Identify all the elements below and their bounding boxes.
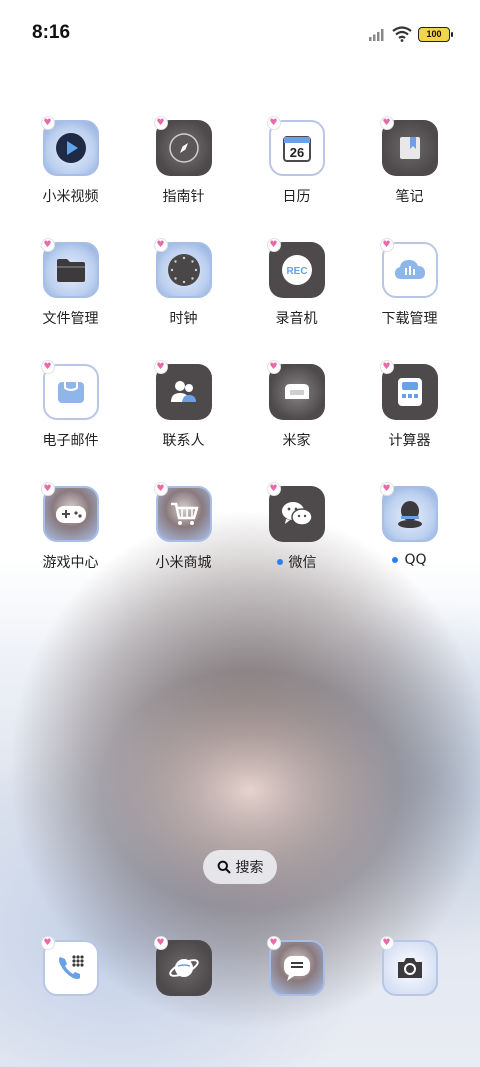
app-label-text: 微信 xyxy=(288,555,317,571)
app-game-center[interactable]: ♥ 游戏中心 xyxy=(14,482,127,604)
app-label: 联系人 xyxy=(162,433,205,449)
search-button[interactable]: 搜索 xyxy=(203,850,277,884)
heart-badge-icon: ♥ xyxy=(266,936,281,950)
app-label: 时钟 xyxy=(169,311,198,327)
app-compass[interactable]: ♥ 指南针 xyxy=(127,116,240,238)
heart-badge-icon: ♥ xyxy=(153,360,168,374)
app-file-manager[interactable]: ♥ 文件管理 xyxy=(14,238,127,360)
app-grid: ♥ 小米视频 ♥ 指南针 ♥ 26 日历 ♥ 笔记 ♥ 文件管理 ♥ 时钟 ♥ … xyxy=(14,116,466,604)
app-mi-store[interactable]: ♥ 小米商城 xyxy=(127,482,240,604)
app-label: 微信 xyxy=(276,552,317,572)
dock-messages[interactable]: ♥ xyxy=(240,936,353,1006)
heart-badge-icon: ♥ xyxy=(40,482,55,496)
app-label: 下载管理 xyxy=(381,311,438,327)
app-mijia[interactable]: ♥ 米家 xyxy=(240,360,353,482)
heart-badge-icon: ♥ xyxy=(153,116,168,130)
status-time: 8:16 xyxy=(32,22,71,43)
heart-badge-icon: ♥ xyxy=(266,238,281,252)
app-label: 指南针 xyxy=(162,189,205,205)
battery-indicator: 100 xyxy=(418,26,453,42)
app-label: 日历 xyxy=(282,189,311,205)
svg-text:26: 26 xyxy=(289,145,303,160)
heart-badge-icon: ♥ xyxy=(379,936,394,950)
heart-badge-icon: ♥ xyxy=(266,360,281,374)
app-label: 米家 xyxy=(282,433,311,449)
app-label-text: QQ xyxy=(404,552,427,568)
new-install-dot xyxy=(276,559,283,565)
heart-badge-icon: ♥ xyxy=(40,116,55,130)
app-wechat[interactable]: ♥ 微信 xyxy=(240,482,353,604)
app-label: QQ xyxy=(392,552,427,568)
heart-badge-icon: ♥ xyxy=(153,238,168,252)
app-mi-video[interactable]: ♥ 小米视频 xyxy=(14,116,127,238)
dock-browser[interactable]: ♥ xyxy=(127,936,240,1006)
heart-badge-icon: ♥ xyxy=(266,116,281,130)
dock: ♥ ♥ ♥ ♥ xyxy=(14,936,466,1006)
status-bar: 8:16 100 xyxy=(0,0,480,68)
dock-camera[interactable]: ♥ xyxy=(353,936,466,1006)
app-label: 文件管理 xyxy=(42,311,99,327)
heart-badge-icon: ♥ xyxy=(379,360,394,374)
app-clock[interactable]: ♥ 时钟 xyxy=(127,238,240,360)
app-qq[interactable]: ♥ QQ xyxy=(353,482,466,604)
app-notes[interactable]: ♥ 笔记 xyxy=(353,116,466,238)
app-label: 游戏中心 xyxy=(42,555,99,571)
app-label: 小米商城 xyxy=(155,555,212,571)
heart-badge-icon: ♥ xyxy=(379,238,394,252)
heart-badge-icon: ♥ xyxy=(40,238,55,252)
search-label: 搜索 xyxy=(235,860,264,876)
heart-badge-icon: ♥ xyxy=(379,116,394,130)
app-calculator[interactable]: ♥ 计算器 xyxy=(353,360,466,482)
app-contacts[interactable]: ♥ 联系人 xyxy=(127,360,240,482)
app-label: 计算器 xyxy=(388,433,431,449)
app-label: 电子邮件 xyxy=(42,433,99,449)
heart-badge-icon: ♥ xyxy=(379,482,394,496)
heart-badge-icon: ♥ xyxy=(40,936,55,950)
app-label: 笔记 xyxy=(395,189,424,205)
rec-text: REC xyxy=(286,266,307,277)
new-install-dot xyxy=(392,557,399,563)
heart-badge-icon: ♥ xyxy=(266,482,281,496)
heart-badge-icon: ♥ xyxy=(40,360,55,374)
heart-badge-icon: ♥ xyxy=(153,936,168,950)
dock-phone[interactable]: ♥ xyxy=(14,936,127,1006)
heart-badge-icon: ♥ xyxy=(153,482,168,496)
search-icon xyxy=(217,860,231,874)
wifi-icon xyxy=(392,26,412,42)
signal-icon xyxy=(369,29,384,41)
app-email[interactable]: ♥ 电子邮件 xyxy=(14,360,127,482)
app-label: 录音机 xyxy=(275,311,318,327)
app-download-manager[interactable]: ♥ 下载管理 xyxy=(353,238,466,360)
app-recorder[interactable]: ♥ REC 录音机 xyxy=(240,238,353,360)
app-calendar[interactable]: ♥ 26 日历 xyxy=(240,116,353,238)
app-label: 小米视频 xyxy=(42,189,99,205)
